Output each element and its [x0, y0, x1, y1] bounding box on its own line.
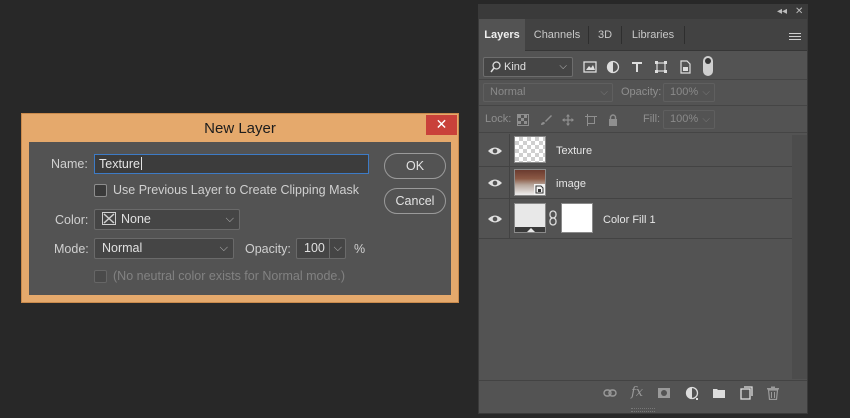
eye-icon[interactable]	[487, 213, 503, 225]
brush-icon[interactable]	[540, 114, 552, 126]
blend-mode-select[interactable]: Normal ⌵	[483, 83, 613, 102]
layer-row-color-fill[interactable]: Color Fill 1	[479, 199, 792, 239]
fx-icon[interactable]: fx	[631, 385, 643, 400]
color-value: None	[121, 212, 151, 226]
chevron-down-icon: ⌵	[702, 87, 710, 98]
mode-label: Mode:	[54, 242, 89, 256]
collapse-icon[interactable]: ◂◂	[777, 5, 787, 19]
chevron-down-icon: ⌵	[559, 61, 567, 72]
opacity-value: 100	[304, 241, 325, 255]
shape-filter-icon[interactable]	[654, 60, 668, 74]
ok-button[interactable]: OK	[384, 153, 446, 179]
adjustment-filter-icon[interactable]	[606, 60, 620, 74]
panel-tabs: Layers Channels 3D Libraries	[479, 19, 807, 51]
layer-row-image[interactable]: image	[479, 167, 792, 199]
link-layers-icon[interactable]	[603, 386, 617, 400]
blend-row: Normal ⌵ Opacity: 100% ⌵	[479, 80, 807, 106]
new-layer-dialog: New Layer ✕ Name: Texture Use Previous L…	[21, 113, 459, 303]
layer-opacity-label: Opacity:	[621, 86, 662, 98]
neutral-color-checkbox	[94, 270, 107, 283]
no-color-icon	[102, 212, 116, 225]
kind-label: Kind	[504, 61, 527, 73]
chevron-down-icon: ⌵	[219, 242, 228, 254]
eye-icon[interactable]	[487, 177, 503, 189]
chevron-down-icon: ⌵	[225, 213, 234, 225]
layer-row-texture[interactable]: Texture	[479, 134, 792, 167]
new-group-icon[interactable]	[712, 386, 726, 400]
fill-thumbnail	[514, 203, 546, 233]
layer-name: image	[556, 178, 586, 190]
resize-grip[interactable]	[631, 408, 655, 412]
name-label: Name:	[51, 157, 88, 171]
blend-mode-value: Normal	[490, 86, 526, 98]
mode-value: Normal	[102, 241, 143, 255]
layer-opacity-value: 100%	[670, 86, 699, 98]
layers-scrollbar[interactable]	[792, 135, 807, 379]
trash-icon[interactable]	[766, 386, 780, 400]
add-mask-icon[interactable]	[657, 386, 671, 400]
chevron-down-icon[interactable]: ⌵	[328, 239, 342, 258]
layer-divider	[509, 199, 510, 238]
chevron-down-icon: ⌵	[600, 87, 608, 98]
layer-name: Texture	[556, 145, 593, 157]
tab-3d[interactable]: 3D	[589, 19, 621, 51]
lock-label: Lock:	[485, 113, 512, 125]
opacity-input[interactable]: 100 ⌵	[296, 238, 346, 259]
dialog-title: New Layer	[204, 120, 276, 137]
layers-panel: ◂◂ ✕ Layers Channels 3D Libraries Kind ⌵…	[478, 4, 808, 414]
fill-triangle-icon	[527, 228, 535, 232]
layer-divider	[509, 134, 510, 166]
chevron-down-icon: ⌵	[702, 114, 710, 125]
close-icon[interactable]: ✕	[795, 5, 803, 19]
layer-opacity-input[interactable]: 100% ⌵	[663, 83, 715, 102]
text-cursor	[141, 157, 142, 170]
image-filter-icon[interactable]	[583, 60, 597, 74]
adjustment-layer-icon[interactable]	[685, 386, 699, 400]
lock-icon[interactable]	[607, 114, 619, 126]
mode-select[interactable]: Normal ⌵	[94, 238, 234, 259]
layer-name-value: Texture	[99, 157, 140, 171]
kind-filter-select[interactable]: Kind ⌵	[483, 57, 573, 77]
type-filter-icon[interactable]	[630, 60, 644, 74]
color-label: Color:	[55, 213, 89, 227]
fill-value: 100%	[670, 113, 699, 125]
link-icon[interactable]	[549, 210, 557, 226]
filter-row: Kind ⌵	[479, 52, 807, 80]
smart-object-badge-icon	[534, 184, 545, 195]
panel-footer: fx	[479, 380, 807, 406]
clipping-mask-checkbox[interactable]	[94, 184, 107, 197]
tab-divider	[684, 26, 685, 44]
artboard-icon[interactable]	[585, 114, 597, 126]
fill-label: Fill:	[643, 113, 661, 125]
clipping-mask-label: Use Previous Layer to Create Clipping Ma…	[113, 183, 359, 197]
cancel-button[interactable]: Cancel	[384, 188, 446, 214]
tab-libraries[interactable]: Libraries	[622, 19, 684, 51]
move-icon[interactable]	[562, 114, 574, 126]
neutral-color-label: (No neutral color exists for Normal mode…	[113, 269, 346, 283]
layer-thumbnail	[514, 169, 546, 196]
panel-menu-icon[interactable]	[789, 33, 801, 42]
opacity-label: Opacity:	[245, 242, 291, 256]
tab-layers[interactable]: Layers	[479, 19, 525, 51]
color-select[interactable]: None ⌵	[94, 209, 240, 230]
new-layer-icon[interactable]	[739, 386, 753, 400]
eye-icon[interactable]	[487, 145, 503, 157]
fill-input[interactable]: 100% ⌵	[663, 110, 715, 129]
search-icon	[490, 61, 501, 73]
panel-title-bar: ◂◂ ✕	[479, 5, 807, 19]
layer-name-input[interactable]: Texture	[94, 154, 369, 174]
lock-transparent-pixels-icon[interactable]	[517, 114, 529, 126]
tab-channels[interactable]: Channels	[526, 19, 588, 51]
lock-row: Lock: Fill: 100% ⌵	[479, 106, 807, 133]
layer-divider	[509, 167, 510, 198]
dialog-body: Name: Texture Use Previous Layer to Crea…	[29, 142, 451, 295]
mask-thumbnail[interactable]	[561, 203, 593, 233]
layer-name: Color Fill 1	[603, 214, 656, 226]
filter-toggle-icon[interactable]	[703, 56, 713, 76]
dialog-close-button[interactable]: ✕	[426, 115, 457, 135]
opacity-unit: %	[354, 242, 366, 256]
layer-thumbnail	[514, 136, 546, 163]
smart-object-filter-icon[interactable]	[678, 60, 692, 74]
